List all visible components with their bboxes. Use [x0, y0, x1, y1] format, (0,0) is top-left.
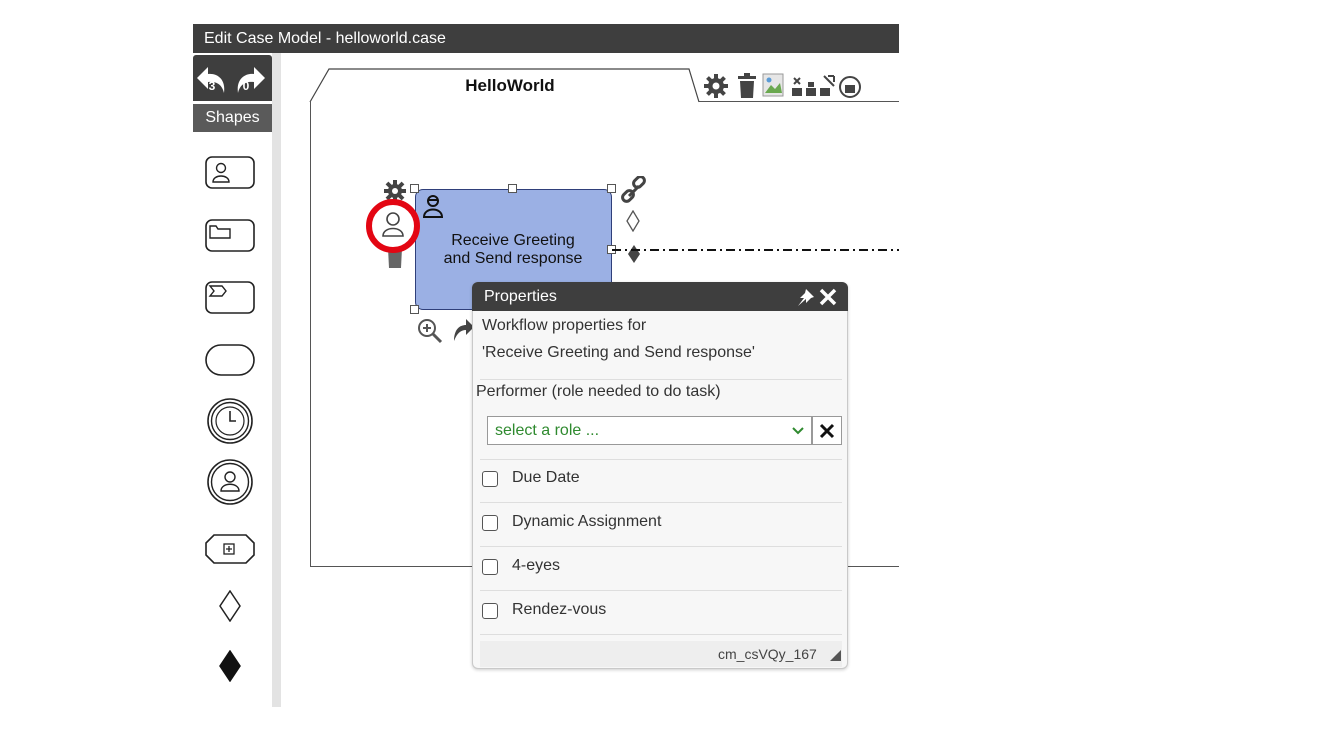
- rendez-vous-checkbox[interactable]: [482, 603, 498, 619]
- role-select-value: select a role ...: [495, 422, 600, 439]
- case-file-item-icon: [205, 534, 255, 564]
- resize-grip-icon[interactable]: [828, 648, 842, 662]
- redo-button[interactable]: 0: [231, 59, 267, 99]
- workflow-properties-highlight[interactable]: [362, 198, 426, 256]
- resize-handle[interactable]: [410, 305, 419, 314]
- user-event-icon: [207, 459, 253, 505]
- human-task-icon: [205, 156, 255, 189]
- timer-event-shape[interactable]: [206, 397, 254, 450]
- undo-button[interactable]: 3: [195, 59, 231, 99]
- due-date-checkbox[interactable]: [482, 471, 498, 487]
- divider: [480, 502, 842, 503]
- properties-header: Properties: [472, 282, 848, 311]
- clear-role-button[interactable]: [812, 416, 842, 445]
- link-icon[interactable]: [619, 176, 649, 204]
- clear-x-icon: [819, 423, 835, 439]
- timer-event-icon: [207, 398, 253, 444]
- task-label: Receive Greeting and Send response: [420, 232, 606, 268]
- performer-label: Performer (role needed to do task): [476, 383, 721, 400]
- stage-icon: [205, 344, 255, 376]
- case-task-shape[interactable]: [205, 219, 255, 257]
- properties-title: Properties: [484, 288, 557, 305]
- divider: [480, 459, 842, 460]
- undo-count: 3: [208, 79, 216, 93]
- broken-image-icon[interactable]: [762, 73, 788, 99]
- resize-handle[interactable]: [607, 184, 616, 193]
- user-event-shape[interactable]: [206, 458, 254, 511]
- divider: [480, 379, 842, 380]
- connector-line: [612, 249, 902, 251]
- element-id: cm_csVQy_167: [718, 646, 817, 662]
- human-task-shape[interactable]: [205, 156, 255, 194]
- navigate-arrow-icon[interactable]: [452, 317, 474, 343]
- redo-count: 0: [242, 79, 250, 93]
- undo-redo-bar: 3 0: [193, 55, 272, 101]
- process-task-shape[interactable]: [205, 281, 255, 319]
- case-plan-title: HelloWorld: [465, 76, 555, 95]
- window-title: Edit Case Model - helloworld.case: [193, 24, 899, 53]
- divider: [480, 590, 842, 591]
- process-task-icon: [205, 281, 255, 314]
- role-select[interactable]: select a role ...: [487, 416, 812, 445]
- due-date-label: Due Date: [512, 469, 580, 486]
- rendez-vous-label: Rendez-vous: [512, 601, 607, 618]
- exit-criterion-icon: [219, 649, 241, 683]
- trash-icon[interactable]: [736, 73, 758, 99]
- divider: [480, 546, 842, 547]
- task-label-line1: Receive Greeting: [451, 232, 575, 249]
- properties-subtitle-line1: Workflow properties for: [482, 317, 647, 334]
- four-eyes-checkbox[interactable]: [482, 559, 498, 575]
- pin-icon[interactable]: [794, 287, 816, 307]
- layout-tools-icon[interactable]: [792, 74, 862, 100]
- gear-icon[interactable]: [702, 72, 730, 100]
- case-file-item-shape[interactable]: [205, 534, 255, 569]
- resize-handle[interactable]: [508, 184, 517, 193]
- close-icon[interactable]: [818, 287, 838, 307]
- chevron-down-icon: [792, 427, 804, 435]
- four-eyes-label: 4-eyes: [512, 557, 561, 574]
- task-label-line2: and Send response: [443, 250, 583, 267]
- entry-criterion-icon: [219, 589, 241, 623]
- divider: [480, 634, 842, 635]
- shapes-header: Shapes: [193, 104, 272, 132]
- entry-criterion-halo-icon[interactable]: [626, 210, 640, 232]
- sidebar-divider[interactable]: [272, 53, 281, 707]
- case-task-icon: [205, 219, 255, 252]
- outside-window-area: [899, 24, 1333, 729]
- zoom-in-icon[interactable]: [416, 317, 444, 345]
- stage-shape[interactable]: [205, 344, 255, 381]
- dynamic-assignment-checkbox[interactable]: [482, 515, 498, 531]
- dynamic-assignment-label: Dynamic Assignment: [512, 513, 662, 530]
- entry-criterion-shape[interactable]: [219, 589, 241, 627]
- resize-handle[interactable]: [410, 184, 419, 193]
- exit-criterion-shape[interactable]: [219, 649, 241, 687]
- canvas-toolbar: [702, 70, 902, 102]
- properties-subtitle-line2: 'Receive Greeting and Send response': [482, 344, 755, 361]
